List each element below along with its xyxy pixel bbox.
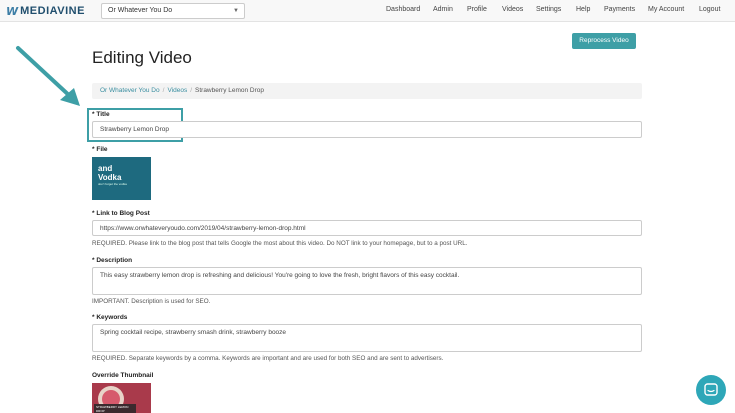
keywords-textarea[interactable]: Spring cocktail recipe, strawberry smash… [92,324,642,352]
breadcrumb-separator: / [190,87,193,94]
thumb-caption: STRAWBERRY LEMON DROP [94,404,136,413]
description-label: * Description [92,257,132,264]
keywords-label: * Keywords [92,314,127,321]
title-input[interactable]: Strawberry Lemon Drop [92,121,642,138]
nav-payments[interactable]: Payments [604,6,635,13]
mediavine-logo[interactable]: W MEDIAVINE [6,4,85,18]
keywords-help: REQUIRED. Separate keywords by a comma. … [92,355,444,362]
title-label-text: Title [96,111,110,118]
nav-settings[interactable]: Settings [536,6,561,13]
override-thumbnail-label: Override Thumbnail [92,372,154,379]
description-label-text: Description [96,257,133,264]
required-mark: * [92,111,95,118]
nav-admin[interactable]: Admin [433,6,453,13]
required-mark: * [92,314,95,321]
required-mark: * [92,257,95,264]
blog-link-value: https://www.orwhateveryoudo.com/2019/04/… [100,224,306,232]
file-thumb-line2: Vodka [98,173,122,182]
nav-help[interactable]: Help [576,6,590,13]
title-input-value: Strawberry Lemon Drop [100,126,169,133]
override-thumbnail-image[interactable]: STRAWBERRY LEMON DROP [92,383,151,413]
chevron-down-icon: ▼ [233,8,239,14]
required-mark: * [92,146,95,153]
title-label: * Title [92,111,110,118]
breadcrumb-site[interactable]: Or Whatever You Do [100,87,160,94]
video-file-thumbnail[interactable]: and Vodka don't forget the vodka [92,157,151,200]
reprocess-video-button[interactable]: Reprocess Video [572,33,636,49]
breadcrumb: Or Whatever You Do / Videos / Strawberry Lem… [92,83,642,99]
logo-mark: W [6,4,18,18]
top-navbar: W MEDIAVINE Or Whatever You Do ▼ Dashboa… [0,0,735,22]
description-help: IMPORTANT. Description is used for SEO. [92,298,211,305]
chat-bubble-icon [704,383,718,396]
file-label: * File [92,146,108,153]
required-mark: * [92,210,95,217]
site-select[interactable]: Or Whatever You Do ▼ [101,3,245,19]
nav-profile[interactable]: Profile [467,6,487,13]
file-thumb-line1: and [98,164,113,173]
arrow-icon [16,46,80,106]
nav-videos[interactable]: Videos [502,6,523,13]
breadcrumb-current: Strawberry Lemon Drop [195,87,265,94]
nav-dashboard[interactable]: Dashboard [386,6,420,13]
description-value: This easy strawberry lemon drop is refre… [100,272,460,279]
nav-logout[interactable]: Logout [699,6,720,13]
keywords-value: Spring cocktail recipe, strawberry smash… [100,329,287,336]
blog-link-help: REQUIRED. Please link to the blog post t… [92,240,468,247]
chat-button[interactable] [696,375,726,405]
nav-my-account[interactable]: My Account [648,6,684,13]
breadcrumb-separator: / [162,87,165,94]
page-title: Editing Video [92,48,192,67]
file-label-text: File [96,146,108,153]
blog-link-input[interactable]: https://www.orwhateveryoudo.com/2019/04/… [92,220,642,236]
link-label-text: Link to Blog Post [96,210,150,217]
file-thumb-small: don't forget the vodka [98,182,127,186]
breadcrumb-videos[interactable]: Videos [167,87,187,94]
description-textarea[interactable]: This easy strawberry lemon drop is refre… [92,267,642,295]
keywords-label-text: Keywords [96,314,128,321]
logo-text: MEDIAVINE [20,5,85,17]
site-select-value: Or Whatever You Do [108,7,173,14]
link-label: * Link to Blog Post [92,210,150,217]
